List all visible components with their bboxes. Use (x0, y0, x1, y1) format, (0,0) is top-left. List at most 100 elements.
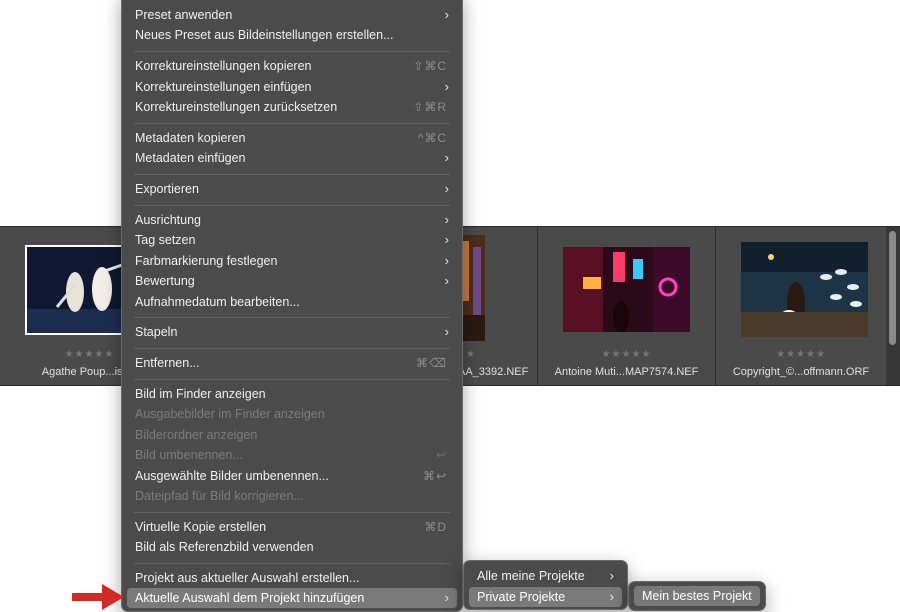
menu-item-metadaten-einfuegen[interactable]: Metadaten einfügen › (127, 148, 457, 168)
menu-separator (134, 174, 450, 175)
menu-separator (134, 51, 450, 52)
menu-separator (134, 205, 450, 206)
menu-item-label: Alle meine Projekte (477, 569, 585, 583)
menu-item-bilderordner: Bilderordner anzeigen (127, 425, 457, 445)
menu-item-label: Korrektureinstellungen kopieren (135, 59, 312, 73)
menu-item-metadaten-kopieren[interactable]: Metadaten kopieren ^⌘C (127, 128, 457, 148)
chevron-right-icon: › (444, 232, 449, 247)
chevron-right-icon: › (444, 7, 449, 22)
menu-separator (134, 512, 450, 513)
menu-item-projekt-erstellen[interactable]: Projekt aus aktueller Auswahl erstellen.… (127, 568, 457, 588)
menu-separator (134, 317, 450, 318)
menu-item-label: Ausgewählte Bilder umbenennen... (135, 469, 329, 483)
private-projects-submenu: Mein bestes Projekt (628, 581, 766, 611)
menu-separator (134, 379, 450, 380)
menu-item-label: Preset anwenden (135, 8, 233, 22)
menu-item-stapeln[interactable]: Stapeln › (127, 322, 457, 342)
menu-item-label: Exportieren (135, 182, 199, 196)
menu-item-korrektur-kopieren[interactable]: Korrektureinstellungen kopieren ⇧⌘C (127, 56, 457, 76)
menu-item-referenzbild[interactable]: Bild als Referenzbild verwenden (127, 537, 457, 557)
shortcut-label: ⌘⌫ (416, 356, 447, 370)
filename-label: AA_3392.NEF (458, 366, 529, 378)
menu-item-private-projekte[interactable]: Private Projekte › (469, 587, 622, 607)
menu-item-label: Farbmarkierung festlegen (135, 254, 278, 268)
menu-item-korrektur-einfuegen[interactable]: Korrektureinstellungen einfügen › (127, 77, 457, 97)
context-menu: Preset anwenden › Neues Preset aus Bildei… (121, 0, 463, 612)
chevron-right-icon: › (444, 79, 449, 94)
menu-item-projekt-hinzufuegen[interactable]: Aktuelle Auswahl dem Projekt hinzufügen › (127, 588, 457, 608)
chevron-right-icon: › (444, 590, 449, 605)
menu-item-label: Ausrichtung (135, 213, 202, 227)
menu-item-label: Bewertung (135, 274, 195, 288)
rating-stars[interactable]: ★★★★★ (538, 349, 715, 360)
menu-item-label: Virtuelle Kopie erstellen (135, 520, 267, 534)
menu-item-preset-anwenden[interactable]: Preset anwenden › (127, 5, 457, 25)
shortcut-label: ^⌘C (417, 131, 447, 145)
chevron-right-icon: › (609, 589, 614, 604)
menu-item-alle-projekte[interactable]: Alle meine Projekte › (469, 566, 622, 586)
thumbnail[interactable] (563, 247, 690, 333)
menu-item-label: Metadaten einfügen (135, 151, 246, 165)
menu-item-label: Projekt aus aktueller Auswahl erstellen.… (135, 571, 360, 585)
menu-item-exportieren[interactable]: Exportieren › (127, 179, 457, 199)
menu-item-entfernen[interactable]: Entfernen... ⌘⌫ (127, 353, 457, 373)
shortcut-label: ⇧⌘R (413, 100, 447, 114)
chevron-right-icon: › (444, 253, 449, 268)
filmstrip-cell[interactable]: ★★★★★ Copyright_©...offmann.ORF (716, 227, 886, 385)
filename-label: Antoine Muti...MAP7574.NEF (554, 366, 699, 378)
menu-item-korrektur-zuruecksetzen[interactable]: Korrektureinstellungen zurücksetzen ⇧⌘R (127, 97, 457, 117)
menu-item-label: Entfernen... (135, 356, 200, 370)
chevron-right-icon: › (609, 568, 614, 583)
menu-item-label: Ausgabebilder im Finder anzeigen (135, 407, 325, 421)
menu-item-virtuelle-kopie[interactable]: Virtuelle Kopie erstellen ⌘D (127, 517, 457, 537)
filmstrip-scrollbar[interactable] (889, 231, 896, 345)
menu-item-mein-bestes-projekt[interactable]: Mein bestes Projekt (634, 586, 760, 606)
hat-shop-photo (741, 242, 868, 337)
menu-item-finder-anzeigen[interactable]: Bild im Finder anzeigen (127, 384, 457, 404)
menu-item-label: Tag setzen (135, 233, 196, 247)
rating-stars[interactable]: ★ (466, 349, 486, 360)
menu-item-label: Korrektureinstellungen zurücksetzen (135, 100, 338, 114)
menu-item-aufnahmedatum[interactable]: Aufnahmedatum bearbeiten... (127, 292, 457, 312)
menu-separator (134, 348, 450, 349)
chevron-right-icon: › (444, 212, 449, 227)
thumbnail[interactable] (741, 242, 868, 337)
chevron-right-icon: › (444, 324, 449, 339)
chevron-right-icon: › (444, 181, 449, 196)
menu-item-ausrichtung[interactable]: Ausrichtung › (127, 210, 457, 230)
project-submenu: Alle meine Projekte › Private Projekte › (463, 560, 628, 610)
menu-item-label: Metadaten kopieren (135, 131, 246, 145)
menu-item-farbmarkierung[interactable]: Farbmarkierung festlegen › (127, 251, 457, 271)
menu-item-label: Bilderordner anzeigen (135, 428, 258, 442)
menu-item-neues-preset[interactable]: Neues Preset aus Bildeinstellungen erste… (127, 25, 457, 45)
shortcut-label: ⌘D (424, 520, 447, 534)
filename-label: Copyright_©...offmann.ORF (732, 366, 870, 378)
menu-item-bewertung[interactable]: Bewertung › (127, 271, 457, 291)
menu-item-label: Private Projekte (477, 590, 566, 604)
menu-item-tag-setzen[interactable]: Tag setzen › (127, 230, 457, 250)
menu-item-dateipfad: Dateipfad für Bild korrigieren... (127, 486, 457, 506)
filmstrip-cell[interactable]: ★★★★★ Antoine Muti...MAP7574.NEF (538, 227, 716, 385)
menu-item-label: Dateipfad für Bild korrigieren... (135, 489, 304, 503)
menu-item-ausgewaehlte-umbenennen[interactable]: Ausgewählte Bilder umbenennen... ⌘↩ (127, 466, 457, 486)
rating-stars[interactable]: ★★★★★ (716, 349, 886, 360)
menu-item-label: Bild im Finder anzeigen (135, 387, 266, 401)
menu-item-label: Aktuelle Auswahl dem Projekt hinzufügen (135, 591, 365, 605)
menu-item-label: Aufnahmedatum bearbeiten... (135, 295, 300, 309)
shortcut-label: ⌘↩ (422, 469, 447, 483)
menu-item-ausgabebilder: Ausgabebilder im Finder anzeigen (127, 404, 457, 424)
menu-item-label: Bild als Referenzbild verwenden (135, 540, 314, 554)
menu-item-label: Stapeln (135, 325, 178, 339)
chevron-right-icon: › (444, 273, 449, 288)
shortcut-label: ⇧⌘C (413, 59, 447, 73)
menu-item-label: Korrektureinstellungen einfügen (135, 80, 312, 94)
shortcut-label: ↩ (435, 448, 447, 462)
menu-separator (134, 563, 450, 564)
neon-street-photo (563, 247, 690, 333)
menu-item-label: Bild umbenennen... (135, 448, 243, 462)
chevron-right-icon: › (444, 150, 449, 165)
menu-item-label: Neues Preset aus Bildeinstellungen erste… (135, 28, 394, 42)
red-pointer-arrow-icon (72, 584, 124, 610)
menu-item-bild-umbenennen: Bild umbenennen... ↩ (127, 445, 457, 465)
menu-separator (134, 123, 450, 124)
